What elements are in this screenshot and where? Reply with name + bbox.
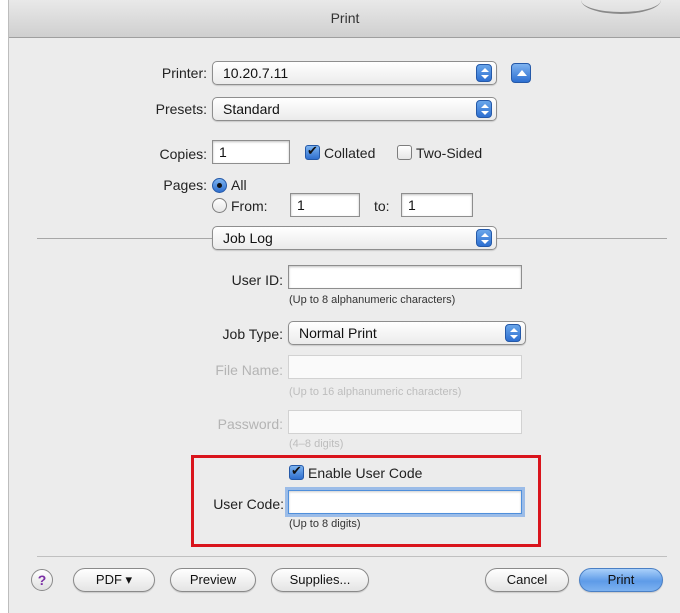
pages-all-label: All [231,177,247,193]
supplies-button[interactable]: Supplies... [271,568,369,592]
user-code-label: User Code: [213,496,284,512]
user-code-hint: (Up to 8 digits) [289,518,361,530]
printer-label: Printer: [161,65,207,81]
password-field[interactable] [288,410,522,434]
presets-popup[interactable]: Standard [212,97,497,121]
user-id-label: User ID: [231,272,283,288]
enable-user-code-label: Enable User Code [308,465,423,481]
presets-label: Presets: [155,101,207,117]
password-hint: (4–8 digits) [289,438,344,450]
footer-separator [37,556,667,557]
print-button[interactable]: Print [579,568,663,592]
file-name-hint: (Up to 16 alphanumeric characters) [289,386,462,398]
user-id-field[interactable] [288,265,522,289]
popup-arrows-icon [476,64,492,82]
job-type-label: Job Type: [222,326,283,342]
pages-to-label: to: [374,198,390,214]
section-popup[interactable]: Job Log [212,226,497,250]
collated-checkbox[interactable] [305,143,320,160]
presets-value: Standard [223,101,280,117]
cancel-button[interactable]: Cancel [485,568,569,592]
pages-label: Pages: [163,177,207,193]
pages-all-radio[interactable] [212,178,227,193]
copies-field[interactable] [212,140,290,164]
collated-label: Collated [324,145,376,161]
enable-user-code-checkbox[interactable] [289,463,304,480]
file-name-field[interactable] [288,355,522,379]
job-type-popup[interactable]: Normal Print [288,321,526,345]
pages-from-label: From: [231,198,268,214]
two-sided-label: Two-Sided [416,145,483,161]
printer-popup[interactable]: 10.20.7.11 [212,61,497,85]
popup-arrows-icon [476,229,492,247]
two-sided-checkbox[interactable] [397,145,412,160]
job-type-value: Normal Print [299,325,377,341]
user-code-field[interactable] [288,490,522,514]
file-name-label: File Name: [215,362,283,378]
popup-arrows-icon [505,324,521,342]
pages-from-field[interactable] [290,193,360,217]
section-value: Job Log [223,230,273,246]
password-label: Password: [217,416,283,432]
popup-arrows-icon [476,100,492,118]
pages-to-field[interactable] [401,193,473,217]
help-icon[interactable]: ? [31,569,53,591]
disclosure-triangle-button[interactable] [511,63,531,83]
printer-value: 10.20.7.11 [223,65,289,81]
window-title: Print [330,10,360,26]
preview-button[interactable]: Preview [170,568,256,592]
user-id-hint: (Up to 8 alphanumeric characters) [289,294,456,306]
print-dialog: Print Printer: 10.20.7.11 Presets: Stand… [8,0,680,613]
pdf-button[interactable]: PDF ▾ [73,568,155,592]
pages-from-radio[interactable] [212,198,227,213]
title-bar[interactable]: Print [9,0,680,38]
copies-label: Copies: [159,146,207,162]
